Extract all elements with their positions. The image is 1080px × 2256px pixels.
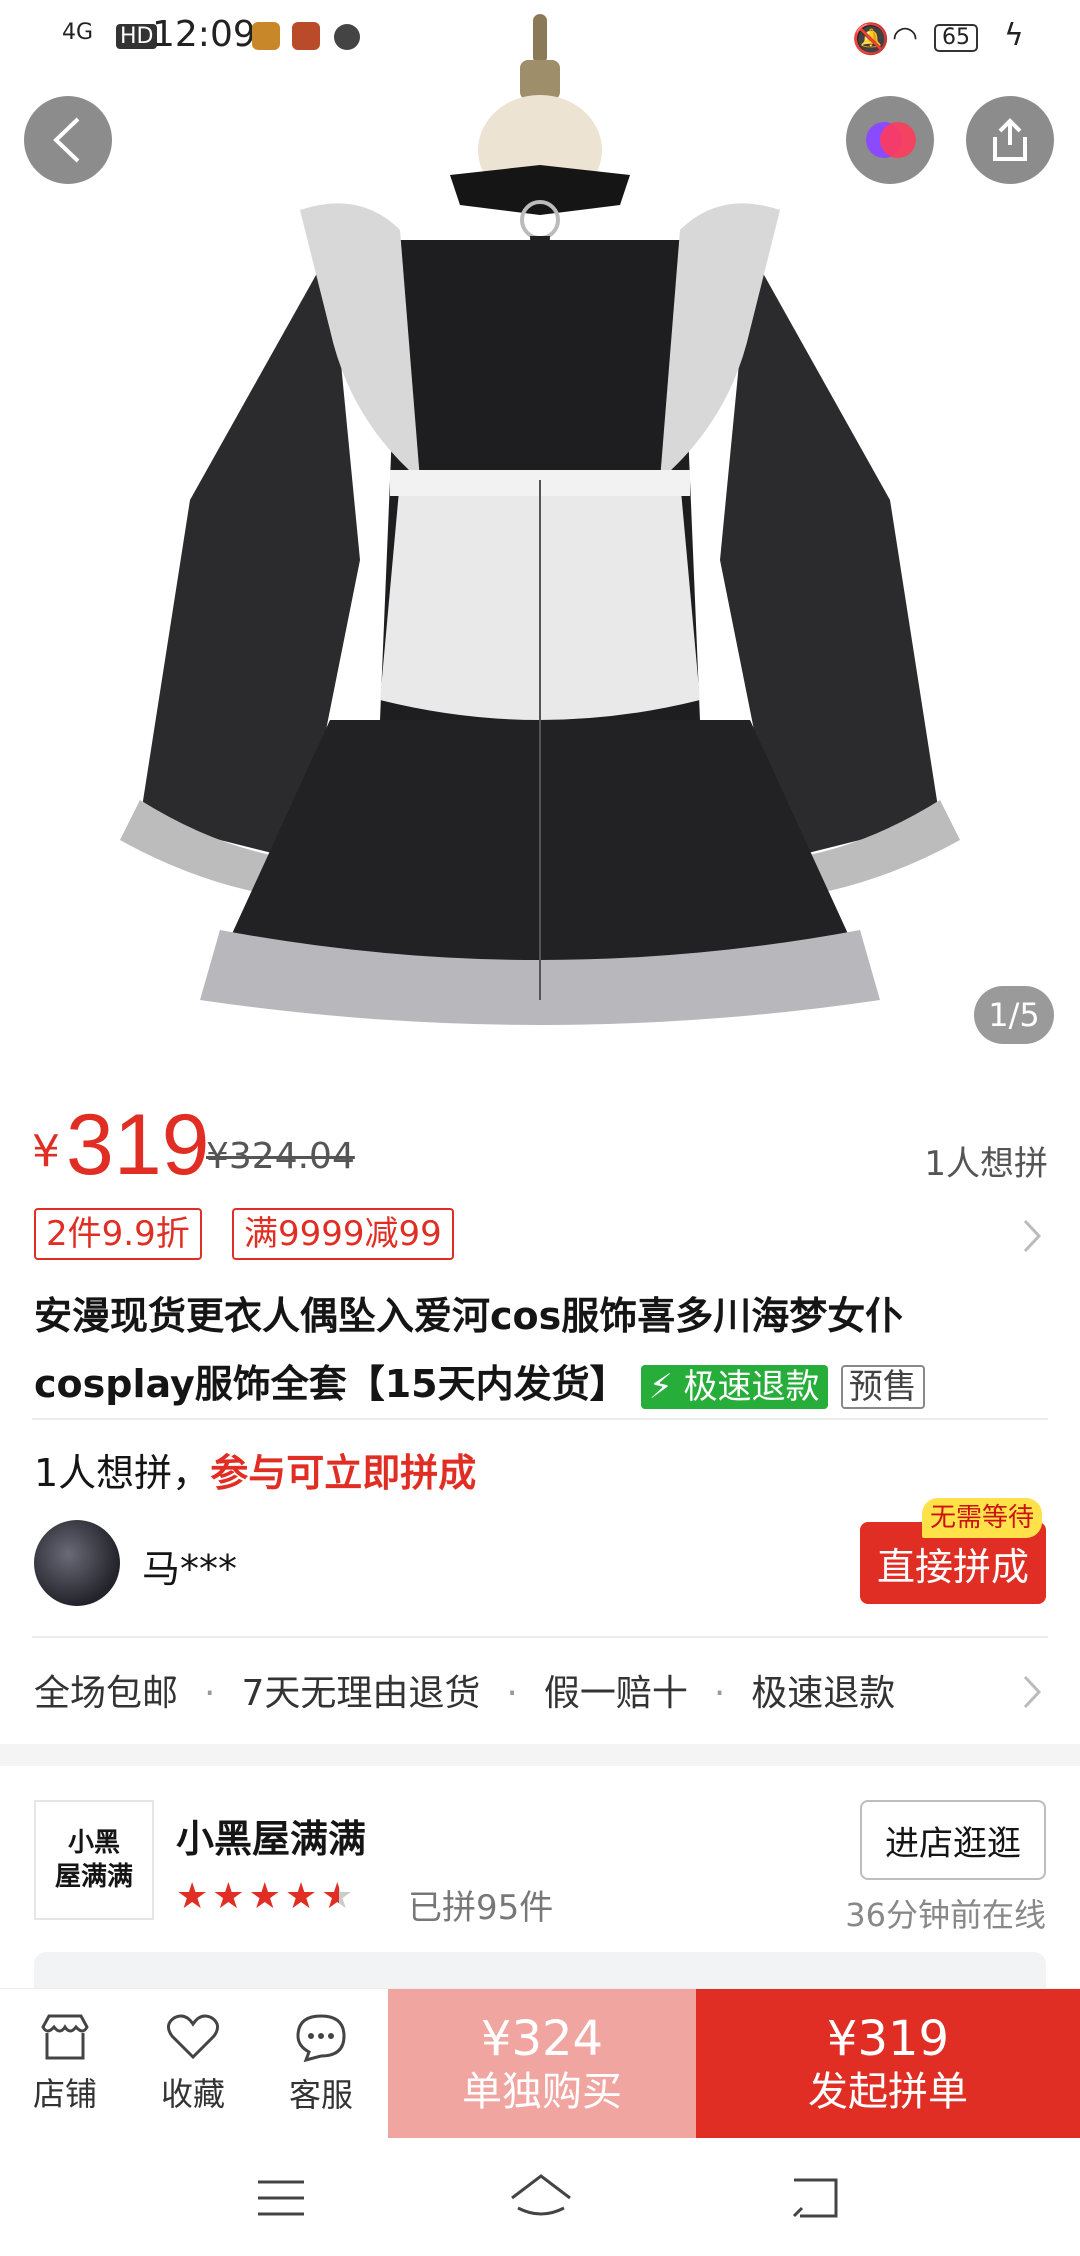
customer-service-nav-label: 客服 xyxy=(288,2076,353,2114)
favorite-nav-label: 收藏 xyxy=(160,2075,225,2113)
original-price: ¥324.04 xyxy=(206,1136,355,1177)
home-icon[interactable] xyxy=(508,2172,574,2220)
status-time: 12:09 xyxy=(152,14,256,55)
back-nav-icon[interactable] xyxy=(790,2176,840,2220)
service-item: 全场包邮 xyxy=(34,1673,179,1714)
shop-sold-count: 已拼95件 xyxy=(408,1888,554,1928)
half-star-icon: ★ xyxy=(321,1876,358,1917)
avatar xyxy=(34,1520,120,1606)
presale-badge: 预售 xyxy=(840,1364,925,1409)
service-guarantees[interactable]: 全场包邮 · 7天无理由退货 · 假一赔十 · 极速退款 xyxy=(34,1664,895,1716)
group-cta-text: 参与可立即拼成 xyxy=(210,1451,477,1495)
group-buy-summary: 1人想拼，参与可立即拼成 xyxy=(34,1442,476,1497)
star-icon: ★ xyxy=(248,1876,285,1917)
star-icon: ★ xyxy=(212,1876,249,1917)
shop-name[interactable]: 小黑屋满满 xyxy=(176,1808,366,1863)
chat-bubble-icon xyxy=(296,2014,346,2062)
divider xyxy=(32,1418,1048,1420)
buy-alone-price: ¥324 xyxy=(480,2011,604,2067)
services-chevron-right-icon[interactable] xyxy=(1022,1674,1042,1710)
buy-alone-button[interactable]: ¥324 单独购买 xyxy=(388,1989,696,2139)
shop-rating-stars: ★★★★★ xyxy=(176,1876,357,1917)
app-notification-icon xyxy=(252,22,280,50)
promo-tag-discount[interactable]: 2件9.9折 xyxy=(34,1208,202,1260)
chevron-left-icon xyxy=(53,117,80,163)
refund-icon: ⚡ xyxy=(648,1366,673,1407)
shop-logo-line2: 屋满满 xyxy=(54,1862,133,1892)
shop-online-status: 36分钟前在线 xyxy=(845,1896,1046,1934)
store-nav-button[interactable]: 店铺 xyxy=(0,1989,130,2139)
share-button[interactable] xyxy=(966,96,1054,184)
shop-logo[interactable]: 小黑 屋满满 xyxy=(34,1800,154,1920)
fast-refund-label: 极速退款 xyxy=(683,1366,820,1407)
group-want-text: 1人想拼， xyxy=(34,1451,211,1495)
bottom-action-bar: 店铺 收藏 客服 ¥324 单独购买 ¥319 发起拼单 xyxy=(0,1988,1080,2139)
shop-logo-line1: 小黑 xyxy=(67,1828,120,1858)
globe-icon xyxy=(334,24,360,50)
group-buy-label: 发起拼单 xyxy=(808,2069,968,2115)
star-icon: ★ xyxy=(284,1876,322,1917)
no-wait-badge: 无需等待 xyxy=(922,1498,1043,1538)
coupon-button[interactable] xyxy=(846,96,934,184)
charging-icon: ϟ xyxy=(1004,18,1024,53)
mute-bell-icon: 🔕 xyxy=(852,22,890,57)
visit-shop-button[interactable]: 进店逛逛 xyxy=(860,1800,1046,1880)
game-notification-icon xyxy=(292,22,320,50)
heart-coupon-icon xyxy=(866,122,916,158)
current-price: 319 xyxy=(66,1097,210,1193)
price-row: ¥ 319 ¥324.04 1人想拼 xyxy=(0,1086,1080,1206)
wifi-icon: ◠ xyxy=(892,20,919,55)
section-gap xyxy=(0,1744,1080,1766)
service-item: 假一赔十 xyxy=(543,1673,688,1714)
divider xyxy=(32,1636,1048,1638)
want-count: 1人想拼 xyxy=(924,1144,1048,1184)
network-indicator: 4G xyxy=(62,20,94,45)
service-item: 极速退款 xyxy=(751,1673,896,1714)
image-pager: 1/5 xyxy=(974,986,1054,1044)
customer-service-nav-button[interactable]: 客服 xyxy=(256,1989,386,2139)
promo-tag-coupon[interactable]: 满9999减99 xyxy=(232,1208,454,1260)
menu-icon[interactable] xyxy=(256,2178,306,2218)
back-button[interactable] xyxy=(24,96,112,184)
product-title: 安漫现货更衣人偶坠入爱河cos服饰喜多川海梦女仆cosplay服饰全套【15天内… xyxy=(34,1282,1044,1418)
battery-icon: 65 xyxy=(934,24,978,52)
group-user-name: 马*** xyxy=(142,1547,238,1591)
favorite-nav-button[interactable]: 收藏 xyxy=(128,1989,258,2139)
star-icon: ★ xyxy=(176,1876,213,1917)
status-bar: 4G HD 12:09 🔕 ◠ 65 ϟ xyxy=(0,0,1080,72)
fast-refund-badge: ⚡ 极速退款 xyxy=(640,1364,828,1409)
promo-chevron-right-icon[interactable] xyxy=(1022,1218,1042,1254)
store-nav-label: 店铺 xyxy=(32,2075,97,2113)
system-navigation-bar xyxy=(0,2138,1080,2256)
share-icon xyxy=(993,118,1027,161)
currency-symbol: ¥ xyxy=(32,1126,60,1177)
service-item: 7天无理由退货 xyxy=(241,1673,481,1714)
store-icon xyxy=(41,2014,89,2060)
group-buy-price: ¥319 xyxy=(826,2011,950,2067)
buy-alone-label: 单独购买 xyxy=(462,2069,622,2115)
heart-icon xyxy=(167,2014,219,2060)
start-group-buy-button[interactable]: ¥319 发起拼单 xyxy=(696,1989,1080,2139)
